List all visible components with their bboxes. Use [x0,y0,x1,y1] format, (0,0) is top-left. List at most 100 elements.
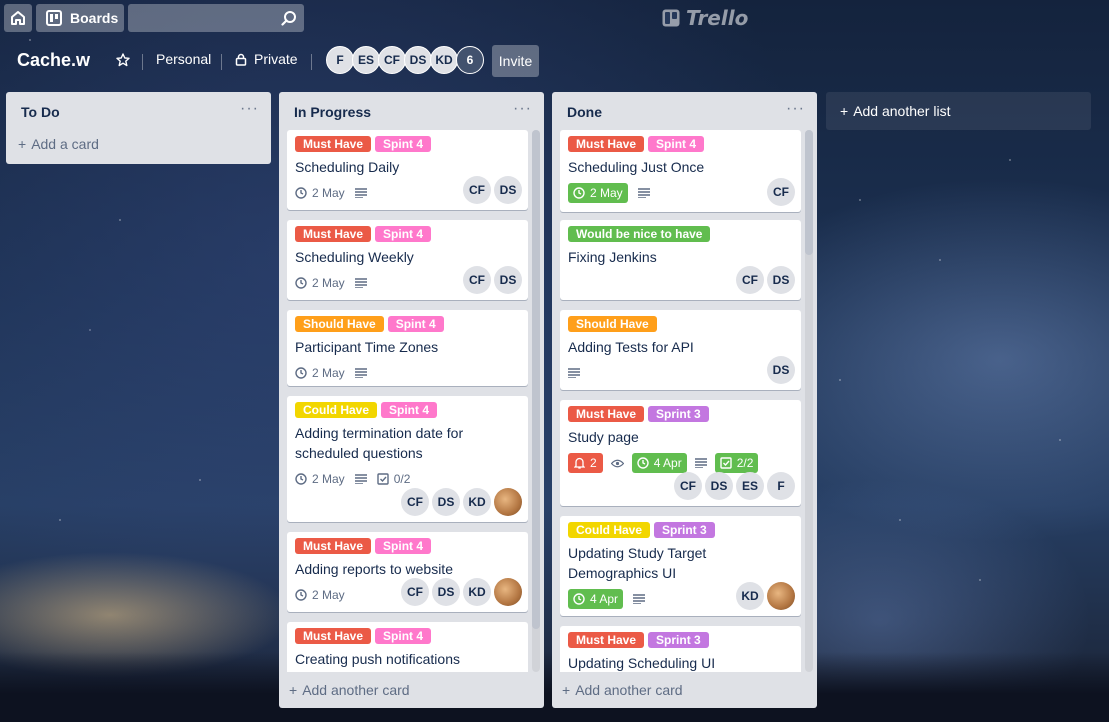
add-list-button[interactable]: + Add another list [826,92,1091,130]
card-member-avatar[interactable]: CF [736,266,764,294]
list-menu-button[interactable]: ··· [513,100,532,118]
member-avatar[interactable]: KD [430,46,458,74]
plus-icon: + [562,682,571,698]
member-avatar[interactable]: F [326,46,354,74]
card-member-avatar[interactable]: DS [705,472,733,500]
search-icon[interactable] [281,10,297,26]
label-sprint[interactable]: Spint 4 [648,136,705,152]
board-title[interactable]: Cache.w [17,50,90,71]
card-member-avatar[interactable]: KD [463,488,491,516]
member-avatar[interactable]: ES [352,46,380,74]
list-menu-button[interactable]: ··· [240,100,259,118]
search-input[interactable] [128,4,278,32]
label-could-have[interactable]: Could Have [568,522,651,538]
list-title[interactable]: Done [567,104,602,120]
visibility-button[interactable]: Private [235,51,298,67]
card-member-avatar[interactable]: F [767,472,795,500]
member-count-badge[interactable]: 6 [456,46,484,74]
card-title: Study page [568,429,639,445]
boards-button[interactable]: Boards [36,4,124,32]
card-member-avatar[interactable]: DS [494,176,522,204]
due-date-complete-badge[interactable]: 4 Apr [568,589,624,609]
label-sprint[interactable]: Spint 4 [387,316,444,332]
card[interactable]: Should Have Spint 4 Participant Time Zon… [287,310,528,386]
card-title: Fixing Jenkins [568,249,657,265]
card-member-photo-avatar[interactable] [767,582,795,610]
card-member-avatar[interactable]: CF [767,178,795,206]
due-date-complete-badge[interactable]: 4 Apr [631,453,687,473]
due-date: 2 May [312,276,345,290]
member-avatar[interactable]: CF [378,46,406,74]
label-sprint[interactable]: Spint 4 [375,226,432,242]
list-scrollbar[interactable] [805,130,813,672]
card[interactable]: Must Have Sprint 3 Updating Scheduling U… [560,626,801,672]
due-date: 4 Apr [590,592,619,606]
label-sprint[interactable]: Spint 4 [381,402,438,418]
scrollbar-thumb[interactable] [532,130,540,629]
label-must-have[interactable]: Must Have [295,628,372,644]
card-member-avatar[interactable]: CF [401,578,429,606]
card[interactable]: Must Have Spint 4 Scheduling Just Once 2… [560,130,801,212]
label-must-have[interactable]: Must Have [295,538,372,554]
card-member-avatar[interactable]: DS [432,578,460,606]
label-sprint[interactable]: Sprint 3 [648,632,709,648]
scrollbar-thumb[interactable] [805,130,813,255]
card-member-avatar[interactable]: DS [767,266,795,294]
card[interactable]: Must Have Spint 4 Scheduling Daily 2 May… [287,130,528,210]
search-box[interactable] [128,4,304,32]
member-avatar[interactable]: DS [404,46,432,74]
card-member-avatar[interactable]: CF [463,266,491,294]
card[interactable]: Would be nice to have Fixing Jenkins CF … [560,220,801,300]
label-must-have[interactable]: Must Have [568,136,645,152]
label-sprint[interactable]: Spint 4 [375,538,432,554]
card-title: Adding Tests for API [568,339,694,355]
card[interactable]: Must Have Spint 4 Creating push notifica… [287,622,528,672]
label-must-have[interactable]: Must Have [568,632,645,648]
label-nice-to-have[interactable]: Would be nice to have [568,226,711,242]
card-member-avatar[interactable]: DS [432,488,460,516]
label-must-have[interactable]: Must Have [568,406,645,422]
label-sprint[interactable]: Sprint 3 [648,406,709,422]
add-card-button[interactable]: + Add a card [18,132,99,156]
checklist-complete-badge[interactable]: 2/2 [714,453,759,473]
label-should-have[interactable]: Should Have [568,316,657,332]
list-menu-button[interactable]: ··· [786,100,805,118]
card[interactable]: Could Have Spint 4 Adding termination da… [287,396,528,522]
label-could-have[interactable]: Could Have [295,402,378,418]
add-card-button[interactable]: + Add another card [562,678,683,702]
card-member-avatar[interactable]: CF [674,472,702,500]
card-member-avatar[interactable]: DS [767,356,795,384]
add-list-label: Add another list [853,103,951,119]
invite-button[interactable]: Invite [492,45,539,77]
star-icon[interactable] [116,53,130,67]
trello-logo[interactable]: Trello [662,6,748,30]
description-icon [568,368,580,378]
card-member-avatar[interactable]: DS [494,266,522,294]
home-button[interactable] [4,4,32,32]
label-should-have[interactable]: Should Have [295,316,384,332]
label-sprint[interactable]: Sprint 3 [654,522,715,538]
label-must-have[interactable]: Must Have [295,226,372,242]
label-must-have[interactable]: Must Have [295,136,372,152]
card-member-avatar[interactable]: ES [736,472,764,500]
add-card-button[interactable]: + Add another card [289,678,410,702]
notification-badge[interactable]: 2 [568,453,603,473]
card-member-photo-avatar[interactable] [494,578,522,606]
card-member-avatar[interactable]: KD [463,578,491,606]
card[interactable]: Must Have Sprint 3 Study page 2 4 Apr 2/… [560,400,801,506]
card-member-avatar[interactable]: CF [401,488,429,516]
card[interactable]: Could Have Sprint 3 Updating Study Targe… [560,516,801,616]
card-member-avatar[interactable]: KD [736,582,764,610]
card[interactable]: Must Have Spint 4 Adding reports to webs… [287,532,528,612]
label-sprint[interactable]: Spint 4 [375,136,432,152]
card[interactable]: Should Have Adding Tests for API DS [560,310,801,390]
team-button[interactable]: Personal [156,51,211,67]
card-member-avatar[interactable]: CF [463,176,491,204]
card-member-photo-avatar[interactable] [494,488,522,516]
list-title[interactable]: To Do [21,104,60,120]
list-scrollbar[interactable] [532,130,540,672]
list-title[interactable]: In Progress [294,104,371,120]
due-date-complete-badge[interactable]: 2 May [568,183,628,203]
card[interactable]: Must Have Spint 4 Scheduling Weekly 2 Ma… [287,220,528,300]
label-sprint[interactable]: Spint 4 [375,628,432,644]
